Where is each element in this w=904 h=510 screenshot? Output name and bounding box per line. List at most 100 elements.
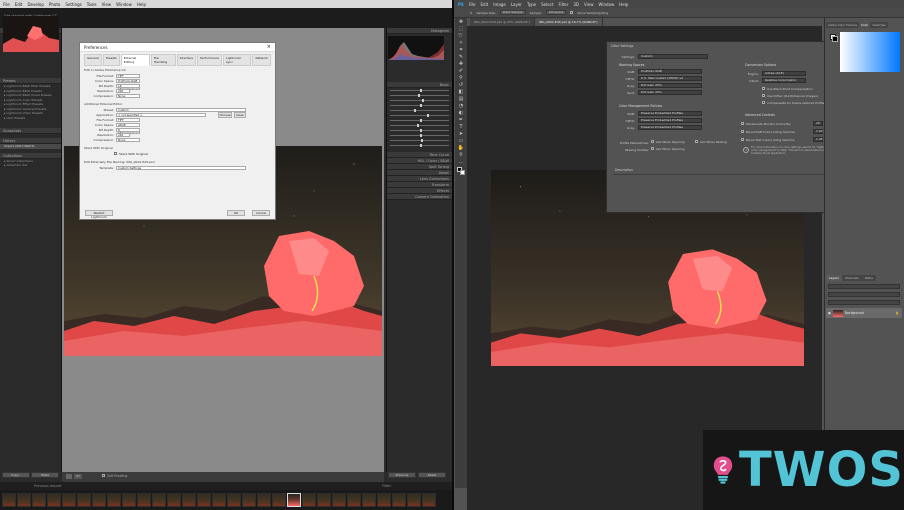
healing-tool-icon[interactable]: ✚ (457, 61, 465, 67)
film-thumbnail[interactable] (197, 493, 211, 507)
film-thumbnail[interactable] (17, 493, 31, 507)
brush-tool-icon[interactable]: ✐ (457, 68, 465, 74)
compression-select[interactable]: None (116, 93, 140, 98)
gray-policy-select[interactable]: Preserve Embedded Profiles (638, 125, 702, 130)
type-tool-icon[interactable]: T (457, 124, 465, 130)
more-tools-icon[interactable]: … (457, 159, 465, 165)
tab-file-handling[interactable]: File Handling (150, 54, 176, 66)
layer-filter-bar[interactable] (828, 284, 900, 289)
close-icon[interactable]: × (267, 44, 271, 50)
ok-button[interactable]: OK (227, 210, 245, 216)
blend-rgb-option[interactable]: Blend RGB Colors Using Gamma: (741, 129, 795, 134)
film-thumbnail[interactable] (272, 493, 286, 507)
film-thumbnail[interactable] (392, 493, 406, 507)
history-brush-icon[interactable]: ↺ (457, 82, 465, 88)
file-format-select[interactable]: TIFF (116, 73, 140, 78)
film-thumbnail[interactable] (32, 493, 46, 507)
template-select[interactable]: Custom Settings (116, 165, 246, 170)
menu-select[interactable]: Select (541, 2, 553, 7)
menu-3d[interactable]: 3D (573, 2, 579, 7)
copy-button[interactable]: Copy... (2, 472, 30, 480)
resolution-input[interactable]: 240 (116, 88, 130, 93)
document-tab-active[interactable]: IMG_0002-Edit.psd @ 16.7% (RGB/16*) (534, 18, 603, 26)
background-color[interactable] (460, 170, 465, 175)
blur-tool-icon[interactable]: ◔ (457, 103, 465, 109)
blend-rgb-input[interactable]: 1.00 (813, 129, 823, 134)
filmstrip-source[interactable]: Previous Import (34, 484, 62, 488)
preset-item[interactable]: ▸ User Presets (0, 116, 61, 121)
menu-settings[interactable]: Settings (65, 2, 81, 7)
film-thumbnail[interactable] (212, 493, 226, 507)
clear-button[interactable]: Clear (234, 111, 246, 118)
film-thumbnail[interactable] (257, 493, 271, 507)
film-thumbnail[interactable] (302, 493, 316, 507)
menu-window[interactable]: Window (599, 2, 615, 7)
bit-depth-select[interactable]: 16 bits/component (116, 83, 140, 90)
resolution-input-2[interactable]: 240 (116, 132, 130, 137)
film-thumbnail[interactable] (92, 493, 106, 507)
gray-working-space-select[interactable]: Dot Gain 20% (638, 83, 702, 88)
blend-text-option[interactable]: Blend Text Colors Using Gamma: (741, 137, 795, 142)
film-thumbnail[interactable] (107, 493, 121, 507)
color-space-select[interactable]: ProPhoto RGB (116, 78, 140, 83)
camera-calibration-header[interactable]: Camera Calibration (387, 194, 452, 200)
film-thumbnail[interactable] (62, 493, 76, 507)
color-swatches[interactable] (457, 167, 465, 175)
tab-paths[interactable]: Paths (861, 275, 876, 281)
paste-button[interactable]: Paste (31, 472, 59, 480)
film-thumbnail[interactable] (242, 493, 256, 507)
menu-tools[interactable]: Tools (87, 2, 97, 7)
menu-type[interactable]: Type (527, 2, 536, 7)
navigator-thumbnail[interactable] (3, 16, 59, 52)
tab-network[interactable]: Network (252, 54, 271, 66)
film-thumbnail[interactable] (332, 493, 346, 507)
file-format-select-2[interactable]: TIFF (116, 117, 140, 122)
gradient-tool-icon[interactable]: ▤ (457, 96, 465, 102)
snapshots-header[interactable]: Snapshots (0, 128, 61, 134)
compression-select-2[interactable]: None (116, 137, 140, 142)
desaturate-input[interactable]: 20 (813, 121, 823, 126)
film-thumbnail[interactable] (377, 493, 391, 507)
tab-lightroom-sync[interactable]: Lightroom sync (223, 54, 252, 66)
tab-layers[interactable]: Layers (826, 275, 842, 281)
film-thumbnail-selected[interactable] (287, 493, 301, 507)
pen-tool-icon[interactable]: ✒ (457, 117, 465, 123)
tab-color[interactable]: Color (859, 22, 871, 28)
document-tab[interactable]: IMG_0002-Edit.psd @ 25% (RGB/16*) (470, 18, 535, 26)
bit-depth-select-2[interactable]: 8 bits/component (116, 127, 140, 134)
film-thumbnail[interactable] (122, 493, 136, 507)
tab-color-themes[interactable]: Adobe Color Themes (826, 22, 860, 28)
eraser-tool-icon[interactable]: ◧ (457, 89, 465, 95)
preset-item[interactable]: ▸ Lightroom B&W Toned Presets (0, 93, 61, 98)
film-thumbnail[interactable] (407, 493, 421, 507)
sample-size-select[interactable]: Point Sample (499, 10, 526, 15)
quick-select-tool-icon[interactable]: ✧ (457, 40, 465, 46)
show-sampling-ring-checkbox[interactable] (570, 11, 574, 14)
film-thumbnail[interactable] (152, 493, 166, 507)
eyedropper-tool-icon[interactable]: ✎ (457, 54, 465, 60)
slider-saturation[interactable] (387, 143, 452, 148)
film-thumbnail[interactable] (317, 493, 331, 507)
marquee-tool-icon[interactable]: ⬚ (457, 26, 465, 32)
dodge-tool-icon[interactable]: ◐ (457, 110, 465, 116)
cmyk-working-space-select[interactable]: U.S. Web Coated (SWOP) v2 (638, 76, 702, 81)
rgb-policy-select[interactable]: Preserve Embedded Profiles (638, 111, 702, 116)
tab-presets[interactable]: Presets (102, 54, 120, 66)
menu-filter[interactable]: Filter (558, 2, 568, 7)
sample-select[interactable]: All Layers (545, 10, 567, 15)
cmyk-policy-select[interactable]: Preserve Embedded Profiles (638, 118, 702, 123)
tab-general[interactable]: General (84, 54, 102, 66)
film-thumbnail[interactable] (137, 493, 151, 507)
film-thumbnail[interactable] (77, 493, 91, 507)
film-thumbnail[interactable] (347, 493, 361, 507)
bg-swatch[interactable] (832, 36, 838, 42)
black-point-option[interactable]: Use Black Point Compensation (762, 86, 813, 91)
lock-bar[interactable] (828, 300, 900, 305)
menu-window[interactable]: Window (116, 2, 132, 7)
move-tool-icon[interactable]: ✥ (457, 19, 465, 25)
crop-tool-icon[interactable]: ⌗ (457, 47, 465, 53)
view-mode-icon[interactable] (66, 474, 72, 479)
menu-develop[interactable]: Develop (27, 2, 43, 7)
menu-view[interactable]: View (102, 2, 112, 7)
lasso-tool-icon[interactable]: ➰ (457, 33, 465, 39)
